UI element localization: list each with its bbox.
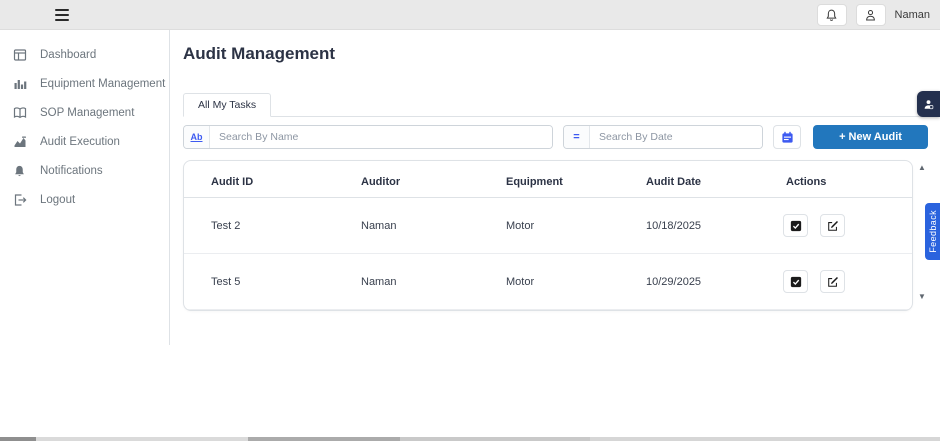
search-by-date-input[interactable] xyxy=(590,126,762,148)
date-picker-button[interactable] xyxy=(773,125,801,149)
cell-auditor: Naman xyxy=(334,253,479,310)
new-audit-button[interactable]: + New Audit xyxy=(813,125,928,149)
sidebar-item-audit-execution[interactable]: Audit Execution xyxy=(0,127,169,156)
page-title: Audit Management xyxy=(183,44,336,63)
sidebar-item-equipment-management[interactable]: Equipment Management xyxy=(0,69,169,98)
sidebar-item-label: Equipment Management xyxy=(40,77,166,90)
edit-audit-button[interactable] xyxy=(820,214,846,237)
audit-table: Audit ID Auditor Equipment Audit Date Ac… xyxy=(184,161,912,310)
cell-audit-date: 10/29/2025 xyxy=(619,253,759,310)
cell-equipment: Motor xyxy=(479,253,619,310)
tab-all-my-tasks[interactable]: All My Tasks xyxy=(183,93,272,117)
sidebar-item-label: Notifications xyxy=(40,164,103,177)
search-by-date-group: = xyxy=(563,125,763,149)
check-square-icon xyxy=(790,276,802,288)
column-header: Auditor xyxy=(334,161,479,198)
audit-chart-icon xyxy=(12,134,27,149)
table-row: Test 2 Naman Motor 10/18/2025 xyxy=(184,197,912,254)
text-search-icon: Ab xyxy=(184,126,210,148)
cell-audit-id: Test 2 xyxy=(184,197,334,254)
table-row: Test 5 Naman Motor 10/29/2025 xyxy=(184,253,912,310)
complete-audit-button[interactable] xyxy=(783,270,808,293)
sidebar-item-sop-management[interactable]: SOP Management xyxy=(0,98,169,127)
sidebar-item-label: Logout xyxy=(40,193,76,206)
sidebar-item-notifications[interactable]: Notifications xyxy=(0,156,169,185)
cell-auditor: Naman xyxy=(334,197,479,254)
column-header: Audit ID xyxy=(184,161,334,198)
column-header: Audit Date xyxy=(619,161,759,198)
edit-icon xyxy=(827,220,839,232)
cell-audit-date: 10/18/2025 xyxy=(619,197,759,254)
cell-actions xyxy=(759,253,912,310)
feedback-label: Feedback xyxy=(927,210,938,253)
sidebar-item-label: SOP Management xyxy=(40,106,135,119)
sidebar-item-label: Dashboard xyxy=(40,48,97,61)
bell-icon xyxy=(825,8,838,22)
topbar-right: Naman xyxy=(816,0,930,30)
assign-user-widget-button[interactable] xyxy=(917,91,940,117)
notifications-bell-button[interactable] xyxy=(816,4,847,26)
sidebar: Dashboard Equipment Management SOP Manag… xyxy=(0,30,170,345)
audit-table-card: Audit ID Auditor Equipment Audit Date Ac… xyxy=(183,160,913,311)
filter-row: Ab = + New Audit xyxy=(183,125,928,149)
sidebar-item-label: Audit Execution xyxy=(40,135,120,148)
check-square-icon xyxy=(790,220,802,232)
menu-toggle-button[interactable] xyxy=(53,8,71,22)
hamburger-icon xyxy=(55,9,69,12)
scroll-down-arrow[interactable]: ▼ xyxy=(916,292,928,302)
sidebar-item-logout[interactable]: Logout xyxy=(0,185,169,214)
person-icon xyxy=(864,8,877,22)
topbar: Naman xyxy=(0,0,940,30)
calendar-icon xyxy=(781,131,794,144)
user-profile-button[interactable] xyxy=(855,4,886,26)
dashboard-icon xyxy=(12,47,27,62)
column-header: Equipment xyxy=(479,161,619,198)
search-by-name-input[interactable] xyxy=(210,126,552,148)
cell-audit-id: Test 5 xyxy=(184,253,334,310)
username-label: Naman xyxy=(894,9,930,21)
tab-bar: All My Tasks xyxy=(183,93,928,117)
cell-equipment: Motor xyxy=(479,197,619,254)
open-book-icon xyxy=(12,105,27,120)
equipment-bars-icon xyxy=(12,76,27,91)
complete-audit-button[interactable] xyxy=(783,214,808,237)
person-badge-icon xyxy=(923,99,934,110)
edit-icon xyxy=(827,276,839,288)
sidebar-item-dashboard[interactable]: Dashboard xyxy=(0,40,169,69)
equals-filter-icon: = xyxy=(564,126,590,148)
feedback-button[interactable]: Feedback xyxy=(925,203,940,260)
search-by-name-group: Ab xyxy=(183,125,553,149)
cell-actions xyxy=(759,197,912,254)
table-header-row: Audit ID Auditor Equipment Audit Date Ac… xyxy=(184,161,912,198)
app-window: Naman Dashboard Equipment Management SOP… xyxy=(0,0,940,441)
column-header: Actions xyxy=(759,161,912,198)
edit-audit-button[interactable] xyxy=(820,270,846,293)
bell-filled-icon xyxy=(12,163,27,178)
logout-icon xyxy=(12,192,27,207)
main-content: Audit Management All My Tasks Ab = xyxy=(170,30,940,345)
bottom-taskbar-sliver xyxy=(0,437,940,441)
scroll-up-arrow[interactable]: ▲ xyxy=(916,163,928,173)
